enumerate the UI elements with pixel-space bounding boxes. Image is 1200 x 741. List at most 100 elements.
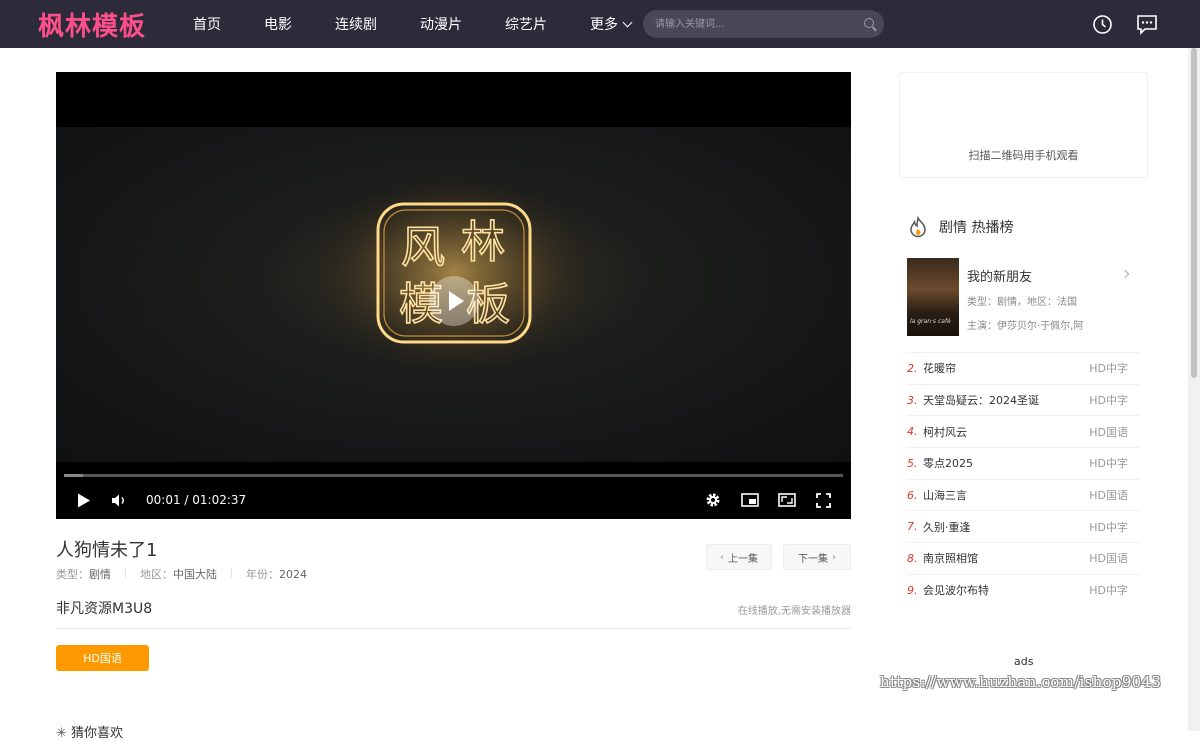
nav-label: 连续剧 <box>335 17 377 33</box>
chevron-down-icon <box>622 17 633 27</box>
history-icon[interactable] <box>1092 14 1113 35</box>
chevron-left-icon: ‹ <box>720 551 724 563</box>
settings-gear-icon[interactable] <box>705 492 721 508</box>
rank-tag: HD国语 <box>1089 552 1128 566</box>
source-title: 非凡资源M3U8 <box>56 601 153 617</box>
nav-item-home[interactable]: 首页 <box>193 14 221 34</box>
rank-title[interactable]: 柯村风云 <box>923 424 1089 440</box>
meta-key: 类型： <box>56 568 89 581</box>
poster-text: la gran·s café <box>910 318 951 325</box>
rank-number: 3. <box>907 393 918 407</box>
fullscreen-icon[interactable] <box>816 493 831 508</box>
rank-title[interactable]: 零点2025 <box>923 455 1089 471</box>
svg-text:林: 林 <box>461 217 505 268</box>
meta-value[interactable]: 2024 <box>279 568 307 581</box>
rank-number: 7. <box>907 520 918 534</box>
ranking-row[interactable]: 2. 花暖帘 HD中字 <box>907 352 1140 384</box>
nav-item-series[interactable]: 连续剧 <box>335 14 377 34</box>
rank-tag: HD中字 <box>1089 457 1128 471</box>
search-input[interactable] <box>655 10 855 38</box>
progress-bar[interactable] <box>64 474 843 477</box>
play-icon[interactable] <box>77 493 91 508</box>
ranking-row[interactable]: 6. 山海三言 HD国语 <box>907 478 1140 511</box>
meta-value[interactable]: 剧情 <box>89 568 111 581</box>
top-item-cast: 主演：伊莎贝尔·于佩尔,阿 <box>967 321 1084 332</box>
rank-tag: HD中字 <box>1089 362 1128 376</box>
volume-icon[interactable] <box>111 493 128 508</box>
ranking-top-item[interactable]: la gran·s café 我的新朋友 类型：剧情，地区：法国 主演：伊莎贝尔… <box>907 258 1140 336</box>
poster-image[interactable]: la gran·s café <box>907 258 959 336</box>
time-display: 00:01 / 01:02:37 <box>146 493 247 507</box>
rank-title[interactable]: 山海三言 <box>923 487 1089 503</box>
player-controls: 00:01 / 01:02:37 <box>56 482 851 519</box>
top-navbar: 枫林模板 首页 电影 连续剧 动漫片 综艺片 更多 <box>0 0 1200 48</box>
nav-item-movie[interactable]: 电影 <box>264 14 292 34</box>
picture-in-picture-icon[interactable] <box>741 493 759 507</box>
ranking-row[interactable]: 9. 会见波尔布特 HD中字 <box>907 573 1140 606</box>
nav-label: 电影 <box>264 17 292 33</box>
ranking-row[interactable]: 5. 零点2025 HD中字 <box>907 447 1140 479</box>
divider <box>125 568 126 578</box>
rank-number: 6. <box>907 488 918 502</box>
nav-label: 首页 <box>193 17 221 33</box>
rank-tag: HD国语 <box>1089 425 1128 439</box>
divider <box>231 568 232 578</box>
ranking-row[interactable]: 7. 久别·重逢 HD中字 <box>907 510 1140 542</box>
rank-tag: HD中字 <box>1089 584 1128 598</box>
rank-title[interactable]: 久别·重逢 <box>923 519 1089 535</box>
nav-label: 更多 <box>590 17 618 33</box>
ranking-row[interactable]: 3. 天堂岛疑云：2024圣诞 HD中字 <box>907 383 1140 416</box>
chevron-right-icon: › <box>832 551 836 563</box>
source-note: 在线播放,无需安装播放器 <box>737 606 851 617</box>
next-episode-button[interactable]: 下一集 › <box>783 544 851 570</box>
rank-tag: HD中字 <box>1089 520 1128 534</box>
ranking-row[interactable]: 8. 南京照相馆 HD国语 <box>907 542 1140 574</box>
rank-title[interactable]: 花暖帘 <box>923 360 1089 376</box>
rank-title[interactable]: 南京照相馆 <box>923 550 1089 566</box>
rank-title[interactable]: 天堂岛疑云：2024圣诞 <box>923 392 1089 408</box>
next-label: 下一集 <box>798 553 828 565</box>
video-player[interactable]: 风 林 模 板 00:01 / 01:02:37 <box>56 72 851 519</box>
rank-number: 2. <box>907 361 918 375</box>
ads-label: ads <box>1014 655 1034 668</box>
qr-code-box: 扫描二维码用手机观看 <box>899 72 1148 178</box>
rank-number: 8. <box>907 551 918 565</box>
meta-year: 年份：2024 <box>246 566 307 582</box>
sparkle-icon: ✳ <box>56 726 67 741</box>
nav-label: 动漫片 <box>420 17 462 33</box>
fire-icon <box>910 216 926 238</box>
prev-episode-button[interactable]: ‹ 上一集 <box>706 544 772 570</box>
top-item-title[interactable]: 我的新朋友 <box>967 266 1032 285</box>
web-fullscreen-icon[interactable] <box>778 493 796 507</box>
meta-region: 地区：中国大陆 <box>140 566 217 582</box>
watermark-text: https://www.huzhan.com/ishop9043 <box>880 673 1162 691</box>
rank-number: 9. <box>907 583 918 597</box>
nav-item-anime[interactable]: 动漫片 <box>420 14 462 34</box>
nav-item-more[interactable]: 更多 <box>590 14 633 34</box>
nav-item-variety[interactable]: 综艺片 <box>505 14 547 34</box>
big-play-button[interactable] <box>429 276 479 326</box>
page-scrollbar[interactable] <box>1188 48 1200 731</box>
site-logo[interactable]: 枫林模板 <box>38 6 146 43</box>
meta-type: 类型：剧情 <box>56 566 111 582</box>
rank-number: 4. <box>907 425 918 439</box>
meta-key: 年份： <box>246 568 279 581</box>
section-heading-label: 猜你喜欢 <box>71 726 124 741</box>
episode-button-hd[interactable]: HD国语 <box>56 645 149 671</box>
nav-label: 综艺片 <box>505 17 547 33</box>
top-item-meta: 类型：剧情，地区：法国 <box>967 297 1077 308</box>
video-title: 人狗情未了1 <box>56 540 158 561</box>
chevron-right-icon <box>1120 269 1130 279</box>
video-meta: 类型：剧情 地区：中国大陆 年份：2024 <box>56 566 321 582</box>
message-icon[interactable] <box>1136 14 1158 35</box>
meta-value[interactable]: 中国大陆 <box>173 568 217 581</box>
rank-title[interactable]: 会见波尔布特 <box>923 582 1089 598</box>
scrollbar-thumb[interactable] <box>1191 48 1197 378</box>
rank-tag: HD中字 <box>1089 394 1128 408</box>
search-icon[interactable] <box>864 18 874 28</box>
search-bar <box>643 10 884 38</box>
ranking-title: 剧情 热播榜 <box>939 220 1014 236</box>
prev-label: 上一集 <box>728 553 758 565</box>
meta-key: 地区： <box>140 568 173 581</box>
ranking-row[interactable]: 4. 柯村风云 HD国语 <box>907 415 1140 447</box>
